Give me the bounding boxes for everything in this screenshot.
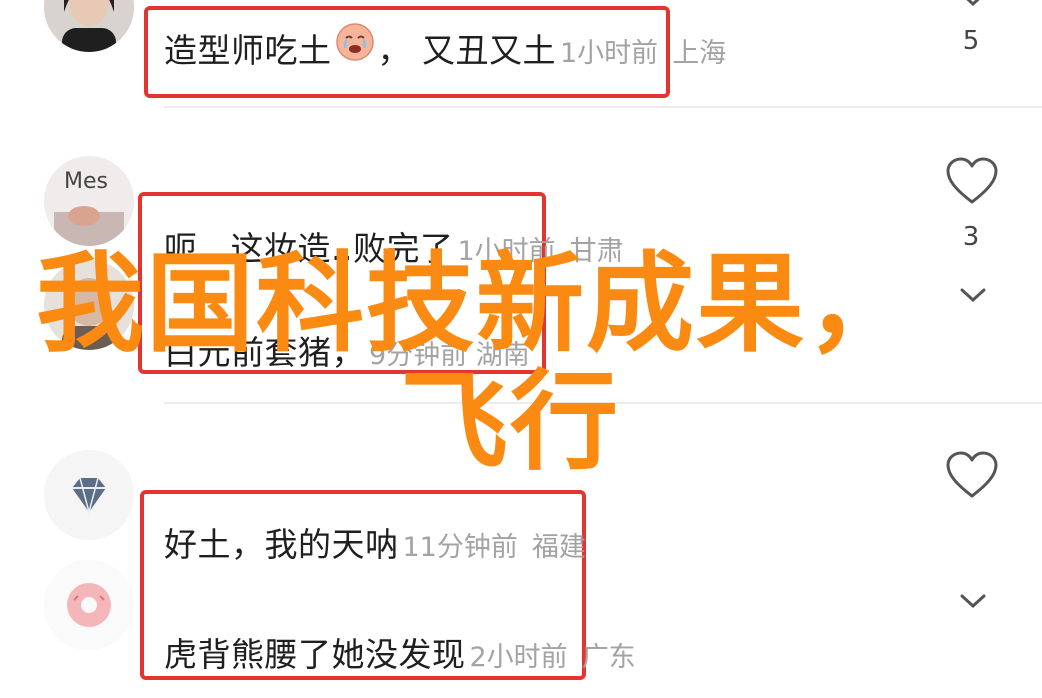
avatar[interactable]	[44, 0, 134, 52]
comment-meta: 2小时前 广东	[470, 635, 636, 674]
chevron-down-icon[interactable]	[958, 594, 988, 612]
heart-outline-icon[interactable]	[945, 450, 999, 500]
comment-time: 11分钟前	[402, 532, 518, 563]
comment-time: 2小时前	[469, 642, 568, 673]
chevron-down-icon[interactable]	[958, 288, 988, 306]
overlay-headline-continued: 飞行	[400, 360, 621, 485]
comment-time: 1小时前	[560, 38, 659, 69]
comment-row[interactable]: 好土，我的天呐 11分钟前 福建	[164, 518, 586, 566]
comment-reply-text: ， 又丑又土	[377, 31, 556, 70]
comment-meta: 11分钟前 福建	[403, 525, 586, 564]
like-count: 3	[962, 222, 980, 252]
comment-location: 上海	[672, 38, 727, 69]
comment-row[interactable]: 造型师吃土 ， 又丑又土 1小时前 上海	[164, 20, 726, 72]
overlay-headline: 我国科技新成果，	[36, 242, 917, 367]
comment-text: 好土，我的天呐	[164, 525, 399, 564]
like-count: 5	[962, 26, 980, 56]
chevron-down-icon[interactable]	[958, 0, 988, 10]
comment-location: 广东	[581, 642, 636, 673]
comment-text: 虎背熊腰了她没发现	[164, 635, 466, 674]
comment-text: 造型师吃土	[164, 31, 332, 70]
svg-text:Mes: Mes	[64, 169, 108, 194]
avatar[interactable]	[44, 450, 134, 540]
comment-location: 福建	[531, 532, 586, 563]
divider	[164, 106, 1042, 108]
avatar[interactable]	[44, 560, 134, 650]
comment-row[interactable]: 虎背熊腰了她没发现 2小时前 广东	[164, 628, 636, 676]
comment-meta: 1小时前 上海	[560, 31, 726, 70]
crying-face-emoji-icon	[335, 23, 374, 61]
heart-outline-icon[interactable]	[945, 156, 999, 206]
avatar[interactable]: Mes	[44, 156, 134, 246]
